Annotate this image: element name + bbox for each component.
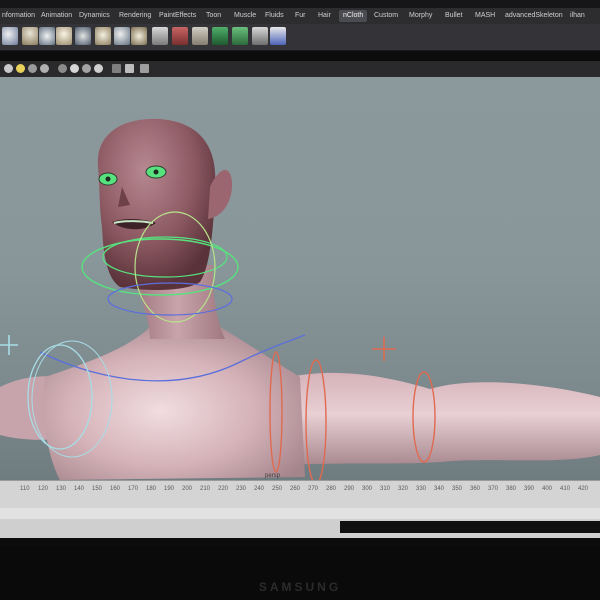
- pole-vector-left[interactable]: [0, 335, 18, 355]
- monitor-screen: nformation Animation Dynamics Rendering …: [0, 0, 600, 600]
- light-icon[interactable]: [16, 64, 25, 73]
- tab-advancedskeleton[interactable]: advancedSkeleton: [505, 10, 563, 22]
- shading-icon[interactable]: [28, 64, 37, 73]
- wireframe-icon[interactable]: [40, 64, 49, 73]
- timeline-tick: 360: [470, 486, 481, 492]
- time-slider[interactable]: 110 120 130 140 150 160 170 180 190 200 …: [0, 480, 600, 509]
- tab-muscle[interactable]: Muscle: [234, 10, 256, 22]
- timeline-tick: 240: [254, 486, 265, 492]
- tab-dynamics[interactable]: Dynamics: [79, 10, 110, 22]
- film-gate-icon[interactable]: [125, 64, 134, 73]
- tab-toon[interactable]: Toon: [206, 10, 221, 22]
- tab-animation[interactable]: Animation: [41, 10, 72, 22]
- timeline-tick: 190: [164, 486, 175, 492]
- timeline-tick: 180: [146, 486, 157, 492]
- timeline-tick: 400: [542, 486, 553, 492]
- timeline-tick: 300: [362, 486, 373, 492]
- timeline-tick: 110: [20, 486, 30, 492]
- timeline-tick: 350: [452, 486, 463, 492]
- grid-toggle-icon[interactable]: [94, 64, 103, 73]
- bone-icon[interactable]: [152, 27, 168, 45]
- grid-icon[interactable]: [212, 27, 228, 45]
- timeline-tick: 280: [326, 486, 337, 492]
- timeline-tick: 150: [92, 486, 103, 492]
- timeline-tick: 390: [524, 486, 535, 492]
- ik-icon[interactable]: [56, 27, 72, 45]
- status-line: [0, 0, 600, 8]
- monitor-brand-logo: SAMSUNG: [258, 580, 342, 594]
- timeline-tick: 170: [128, 486, 139, 492]
- timeline-tick: 160: [110, 486, 121, 492]
- timeline-tick: 210: [200, 486, 211, 492]
- timeline-tick: 270: [308, 486, 319, 492]
- texture-icon[interactable]: [58, 64, 67, 73]
- timeline-tick: 260: [290, 486, 301, 492]
- timeline-tick: 370: [488, 486, 499, 492]
- tab-custom[interactable]: Custom: [374, 10, 398, 22]
- tab-mash[interactable]: MASH: [475, 10, 495, 22]
- timeline-tick: 320: [398, 486, 409, 492]
- viewport-camera-label: persp: [265, 473, 281, 479]
- rig-tool-icon[interactable]: [2, 27, 18, 45]
- tab-fluids[interactable]: Fluids: [265, 10, 284, 22]
- tab-morphy[interactable]: Morphy: [409, 10, 432, 22]
- skin-icon[interactable]: [95, 27, 111, 45]
- panel-toolbar: [0, 61, 600, 78]
- tab-fur[interactable]: Fur: [295, 10, 306, 22]
- tab-painteffects[interactable]: PaintEffects: [159, 10, 196, 22]
- timeline-tick: 140: [74, 486, 85, 492]
- rigid-icon[interactable]: [172, 27, 188, 45]
- timeline-tick: 220: [218, 486, 229, 492]
- joint-icon[interactable]: [22, 27, 38, 45]
- timeline-tick: 230: [236, 486, 247, 492]
- timeline-tick: 410: [560, 486, 571, 492]
- shelf-tabs: nformation Animation Dynamics Rendering …: [0, 8, 600, 25]
- shelf-icon-row: [0, 24, 600, 51]
- isolate-icon[interactable]: [70, 64, 79, 73]
- timeline-tick: 200: [182, 486, 193, 492]
- timeline-tick: 290: [344, 486, 355, 492]
- timeline-tick: 120: [38, 486, 49, 492]
- help-line: [340, 521, 600, 533]
- tab-bullet[interactable]: Bullet: [445, 10, 463, 22]
- timeline-tick: 250: [272, 486, 283, 492]
- character-scene: persp: [0, 118, 600, 480]
- character-icon[interactable]: [39, 27, 55, 45]
- tab-information[interactable]: nformation: [2, 10, 35, 22]
- right-arm: [290, 372, 600, 465]
- paint-weights-icon[interactable]: [252, 27, 268, 45]
- pose-icon[interactable]: [75, 27, 91, 45]
- graph-icon[interactable]: [232, 27, 248, 45]
- select-icon[interactable]: [270, 27, 286, 45]
- head: [97, 118, 216, 290]
- perspective-viewport[interactable]: persp: [0, 77, 600, 480]
- timeline-tick: 420: [578, 486, 589, 492]
- tab-ncloth[interactable]: nCloth: [339, 10, 368, 22]
- timeline-tick: 310: [380, 486, 391, 492]
- tab-ilhan[interactable]: ilhan: [570, 10, 585, 22]
- timeline-tick: 330: [416, 486, 427, 492]
- timeline-tick: 130: [56, 486, 67, 492]
- cloth-icon[interactable]: [114, 27, 130, 45]
- pole-vector-right[interactable]: [372, 337, 396, 361]
- tab-hair[interactable]: Hair: [318, 10, 331, 22]
- resolution-gate-icon[interactable]: [112, 64, 121, 73]
- camera-icon[interactable]: [4, 64, 13, 73]
- timeline-tick: 340: [434, 486, 445, 492]
- constraint-icon[interactable]: [131, 27, 147, 45]
- tab-rendering[interactable]: Rendering: [119, 10, 151, 22]
- hud-icon[interactable]: [140, 64, 149, 73]
- xray-icon[interactable]: [82, 64, 91, 73]
- timeline-tick: 380: [506, 486, 517, 492]
- blend-icon[interactable]: [192, 27, 208, 45]
- range-slider[interactable]: [0, 508, 600, 519]
